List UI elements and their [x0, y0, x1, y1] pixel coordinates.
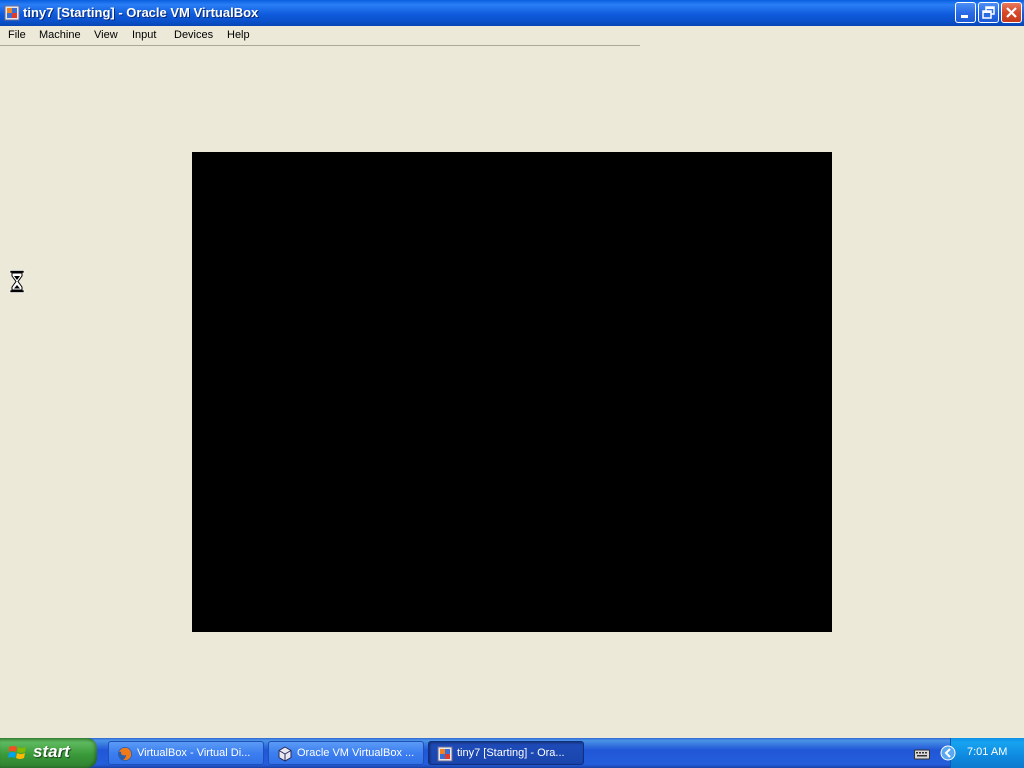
hourglass-cursor-icon	[9, 270, 25, 293]
show-hidden-icons-icon[interactable]	[940, 745, 956, 761]
minimize-button[interactable]	[955, 2, 976, 23]
virtualbox-icon	[277, 746, 293, 762]
menu-input[interactable]: Input	[132, 29, 156, 41]
start-label: start	[33, 742, 70, 761]
vm-display[interactable]	[192, 152, 832, 632]
taskbar-button-virtualbox-manager[interactable]: Oracle VM VirtualBox ...	[268, 741, 424, 765]
restore-icon	[982, 6, 995, 19]
menu-view[interactable]: View	[94, 29, 118, 41]
start-button[interactable]: start	[0, 738, 97, 768]
window-title: tiny7 [Starting] - Oracle VM VirtualBox	[23, 5, 259, 20]
desktop: tiny7 [Starting] - Oracle VM VirtualBox …	[0, 0, 1024, 768]
menu-file[interactable]: File	[8, 29, 26, 41]
virtualbox-vm-icon	[4, 5, 20, 21]
windows-logo-icon	[8, 744, 28, 762]
menu-devices[interactable]: Devices	[174, 29, 213, 41]
clock[interactable]: 7:01 AM	[967, 746, 1007, 758]
taskbar-button-virtual-disk[interactable]: VirtualBox - Virtual Di...	[108, 741, 264, 765]
menu-machine[interactable]: Machine	[39, 29, 81, 41]
virtualbox-vm-icon	[437, 746, 453, 762]
minimize-icon	[961, 15, 968, 18]
menu-bar: File Machine View Input Devices Help	[0, 26, 640, 46]
keyboard-icon[interactable]	[914, 747, 930, 760]
taskbar-button-label: Oracle VM VirtualBox ...	[297, 747, 415, 759]
menu-help[interactable]: Help	[227, 29, 250, 41]
taskbar-button-label: VirtualBox - Virtual Di...	[137, 747, 251, 759]
taskbar-button-label: tiny7 [Starting] - Ora...	[457, 747, 565, 759]
taskbar: start VirtualBox - Virtual Di... Oracle …	[0, 738, 1024, 768]
window-title-bar[interactable]: tiny7 [Starting] - Oracle VM VirtualBox	[0, 0, 1024, 26]
close-icon	[1006, 7, 1017, 18]
firefox-icon	[117, 746, 133, 762]
taskbar-button-tiny7[interactable]: tiny7 [Starting] - Ora...	[428, 741, 584, 765]
restore-button[interactable]	[978, 2, 999, 23]
close-button[interactable]	[1001, 2, 1022, 23]
